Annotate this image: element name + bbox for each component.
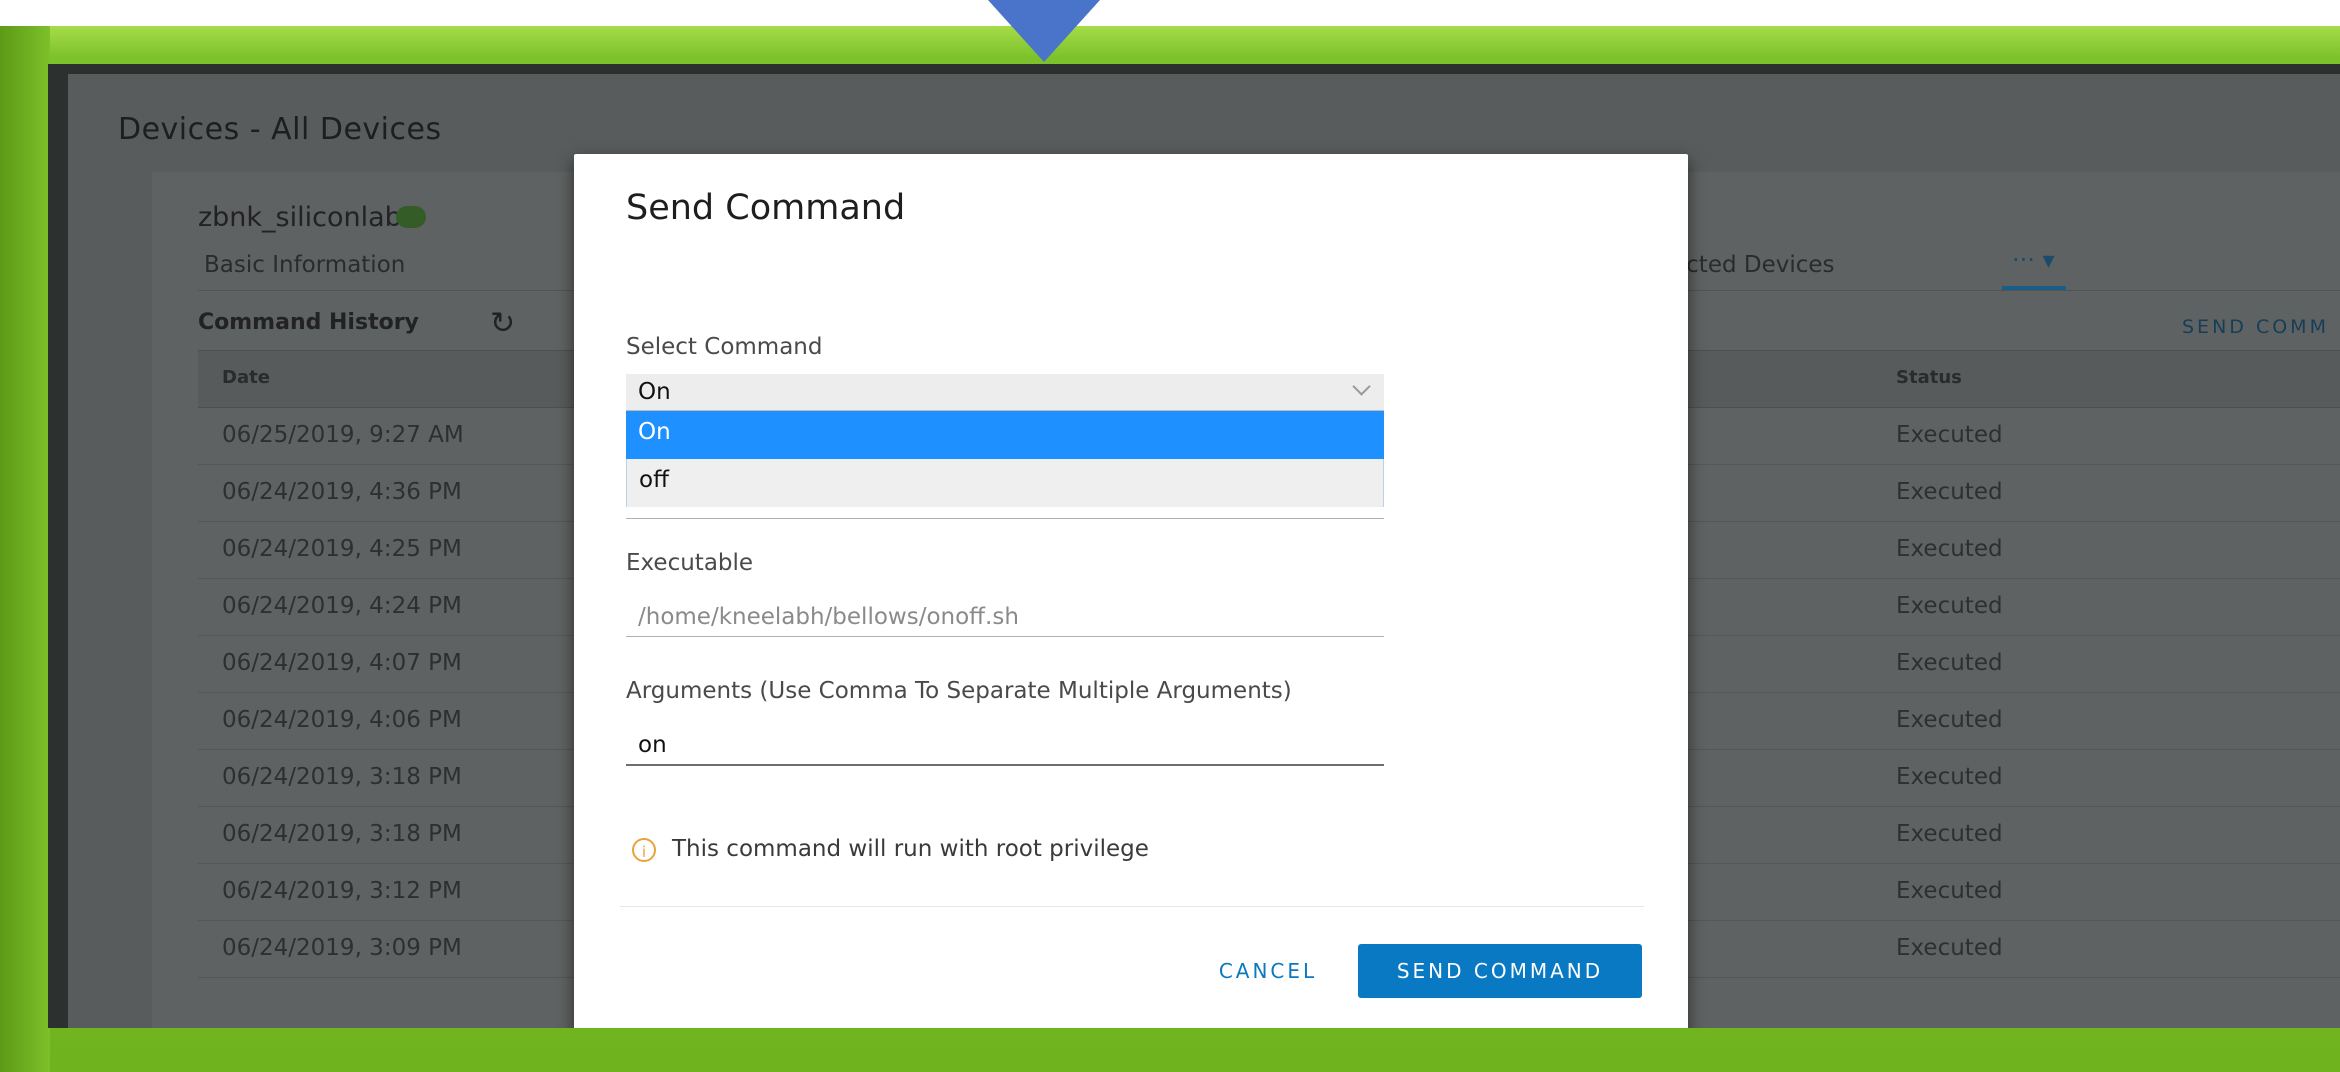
pointer-arrow-icon bbox=[988, 0, 1100, 62]
refresh-icon[interactable]: ↻ bbox=[490, 306, 515, 341]
row-status: Executed bbox=[1896, 707, 2003, 733]
arguments-label: Arguments (Use Comma To Separate Multipl… bbox=[626, 678, 1292, 704]
select-command-dropdown[interactable]: On bbox=[626, 374, 1384, 411]
dialog-divider bbox=[620, 906, 1644, 907]
row-status: Executed bbox=[1896, 479, 2003, 505]
row-date: 06/24/2019, 4:36 PM bbox=[222, 479, 462, 505]
row-date: 06/24/2019, 3:09 PM bbox=[222, 935, 462, 961]
column-header-date[interactable]: Date bbox=[222, 367, 270, 388]
row-date: 06/24/2019, 3:18 PM bbox=[222, 764, 462, 790]
dialog-title: Send Command bbox=[626, 188, 906, 228]
send-command-link[interactable]: SEND COMM bbox=[2182, 316, 2329, 338]
column-header-status[interactable]: Status bbox=[1896, 367, 1962, 388]
row-status: Executed bbox=[1896, 593, 2003, 619]
executable-value: /home/kneelabh/bellows/onoff.sh bbox=[638, 604, 1019, 630]
row-date: 06/24/2019, 4:06 PM bbox=[222, 707, 462, 733]
row-date: 06/24/2019, 4:24 PM bbox=[222, 593, 462, 619]
app-window: Devices - All Devices zbnk_siliconlab Ba… bbox=[68, 74, 2340, 1028]
root-privilege-notice: This command will run with root privileg… bbox=[672, 836, 1149, 862]
tab-basic-information[interactable]: Basic Information bbox=[204, 252, 405, 278]
chevron-down-icon bbox=[1352, 377, 1371, 396]
row-status: Executed bbox=[1896, 878, 2003, 904]
row-date: 06/24/2019, 3:12 PM bbox=[222, 878, 462, 904]
cancel-button[interactable]: CANCEL bbox=[1178, 944, 1358, 998]
send-command-dialog: Send Command Select Command On On off EX… bbox=[574, 154, 1688, 1028]
tab-connected-devices[interactable]: ected Devices bbox=[1672, 252, 1835, 278]
status-badge bbox=[396, 206, 426, 228]
arguments-value: on bbox=[638, 732, 667, 758]
tab-more-menu[interactable]: ··· ▾ bbox=[2012, 246, 2055, 274]
select-command-label: Select Command bbox=[626, 334, 823, 360]
selected-command-value: On bbox=[638, 379, 671, 405]
row-status: Executed bbox=[1896, 422, 2003, 448]
row-status: Executed bbox=[1896, 536, 2003, 562]
command-history-title: Command History bbox=[198, 310, 419, 335]
device-name: zbnk_siliconlab bbox=[198, 202, 402, 233]
executable-label: Executable bbox=[626, 550, 754, 576]
row-status: Executed bbox=[1896, 650, 2003, 676]
send-command-button[interactable]: SEND COMMAND bbox=[1358, 944, 1642, 998]
arguments-input[interactable]: on bbox=[626, 728, 1384, 766]
row-date: 06/25/2019, 9:27 AM bbox=[222, 422, 464, 448]
row-status: Executed bbox=[1896, 764, 2003, 790]
page-title: Devices - All Devices bbox=[118, 112, 442, 147]
row-date: 06/24/2019, 4:25 PM bbox=[222, 536, 462, 562]
row-status: Executed bbox=[1896, 821, 2003, 847]
executable-field[interactable]: /home/kneelabh/bellows/onoff.sh bbox=[626, 600, 1384, 637]
screen: Devices - All Devices zbnk_siliconlab Ba… bbox=[48, 64, 2340, 1028]
dropdown-option-on[interactable]: On bbox=[626, 411, 1384, 459]
row-date: 06/24/2019, 3:18 PM bbox=[222, 821, 462, 847]
info-icon: i bbox=[632, 838, 656, 862]
row-date: 06/24/2019, 4:07 PM bbox=[222, 650, 462, 676]
row-status: Executed bbox=[1896, 935, 2003, 961]
dropdown-option-off[interactable]: off bbox=[626, 459, 1384, 507]
